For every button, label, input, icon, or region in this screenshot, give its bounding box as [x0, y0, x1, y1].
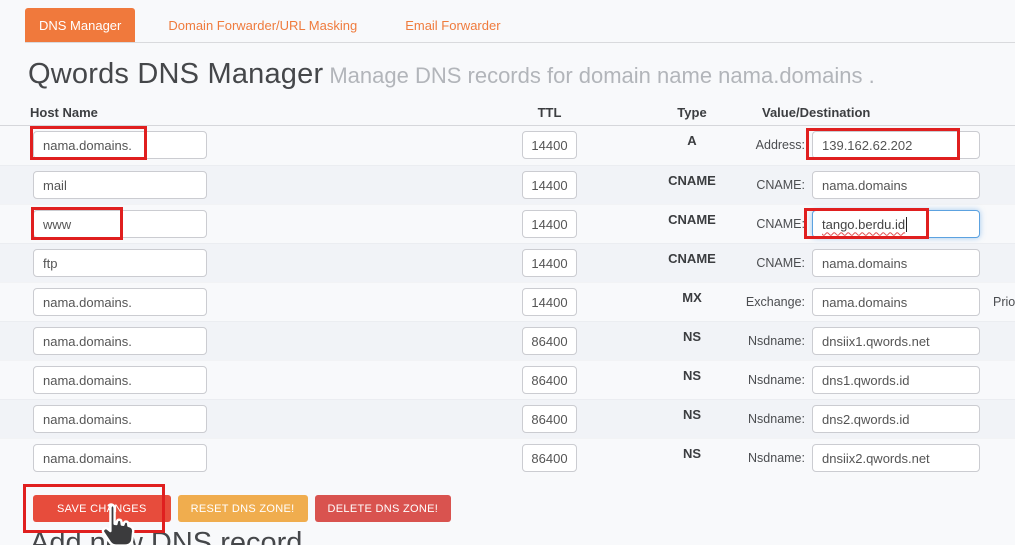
- table-row: CNAME CNAME:: [0, 243, 1015, 282]
- ttl-input[interactable]: [522, 210, 577, 238]
- save-changes-button[interactable]: SAVE CHANGES: [33, 495, 171, 522]
- reset-dns-zone-button[interactable]: RESET DNS ZONE!: [177, 495, 308, 522]
- value-input[interactable]: [812, 327, 980, 355]
- value-input[interactable]: [812, 288, 980, 316]
- tab-domain-forwarder[interactable]: Domain Forwarder/URL Masking: [151, 8, 374, 42]
- ttl-input[interactable]: [522, 288, 577, 316]
- value-input-text: tango.berdu.id: [822, 216, 906, 232]
- host-name-input[interactable]: [33, 405, 207, 433]
- host-name-input[interactable]: [33, 288, 207, 316]
- host-name-input[interactable]: [33, 444, 207, 472]
- tab-dns-manager[interactable]: DNS Manager: [25, 8, 136, 42]
- table-row: NS Nsdname:: [0, 438, 1015, 477]
- table-row: CNAME CNAME:: [0, 165, 1015, 204]
- value-label: Address:: [755, 138, 805, 152]
- tab-email-forwarder[interactable]: Email Forwarder: [388, 8, 517, 42]
- page-title: Qwords DNS Manager: [28, 58, 324, 90]
- table-row: MX Exchange: Prio: [0, 282, 1015, 321]
- dns-records-table: A Address: CNAME CNAME: CNAME CNAME: tan…: [0, 126, 1015, 477]
- value-label: Nsdname:: [748, 412, 805, 426]
- priority-label-clipped: Prio: [993, 295, 1015, 309]
- table-row: NS Nsdname:: [0, 360, 1015, 399]
- ttl-input[interactable]: [522, 171, 577, 199]
- action-buttons: SAVE CHANGES RESET DNS ZONE! DELETE DNS …: [33, 495, 458, 522]
- ttl-input[interactable]: [522, 405, 577, 433]
- text-caret: [906, 216, 908, 232]
- host-name-input[interactable]: [33, 171, 207, 199]
- value-label: Exchange:: [745, 295, 805, 309]
- host-name-input[interactable]: [33, 210, 207, 238]
- ttl-input[interactable]: [522, 366, 577, 394]
- value-input[interactable]: [812, 366, 980, 394]
- value-label: CNAME:: [756, 217, 805, 231]
- value-label: CNAME:: [756, 178, 805, 192]
- value-input[interactable]: [812, 131, 980, 159]
- value-input[interactable]: [812, 444, 980, 472]
- ttl-input[interactable]: [522, 249, 577, 277]
- table-row: NS Nsdname:: [0, 399, 1015, 438]
- value-label: Nsdname:: [748, 373, 805, 387]
- host-name-input[interactable]: [33, 366, 207, 394]
- value-input[interactable]: [812, 171, 980, 199]
- add-new-dns-record-heading: Add new DNS record: [30, 527, 303, 545]
- page-subtitle: Manage DNS records for domain name nama.…: [329, 63, 875, 88]
- column-header-value: Value/Destination: [762, 105, 871, 120]
- ttl-input[interactable]: [522, 327, 577, 355]
- column-header-type: Type: [677, 105, 707, 120]
- tab-bar: DNS Manager Domain Forwarder/URL Masking…: [25, 8, 1015, 43]
- value-input[interactable]: [812, 405, 980, 433]
- table-row: A Address:: [0, 126, 1015, 165]
- host-name-input[interactable]: [33, 131, 207, 159]
- table-row: CNAME CNAME: tango.berdu.id: [0, 204, 1015, 243]
- column-header-host: Host Name: [30, 105, 98, 120]
- column-header-ttl: TTL: [537, 105, 562, 120]
- value-label: Nsdname:: [748, 334, 805, 348]
- host-name-input[interactable]: [33, 249, 207, 277]
- value-input-focused[interactable]: tango.berdu.id: [812, 210, 980, 238]
- table-header: Host Name TTL Type Value/Destination: [0, 100, 1015, 126]
- value-label: CNAME:: [756, 256, 805, 270]
- dns-manager-page: DNS Manager Domain Forwarder/URL Masking…: [0, 0, 1015, 545]
- table-row: NS Nsdname:: [0, 321, 1015, 360]
- value-label: Nsdname:: [748, 451, 805, 465]
- ttl-input[interactable]: [522, 131, 577, 159]
- value-input[interactable]: [812, 249, 980, 277]
- delete-dns-zone-button[interactable]: DELETE DNS ZONE!: [314, 495, 452, 522]
- ttl-input[interactable]: [522, 444, 577, 472]
- host-name-input[interactable]: [33, 327, 207, 355]
- page-header: Qwords DNS Manager Manage DNS records for…: [28, 58, 875, 91]
